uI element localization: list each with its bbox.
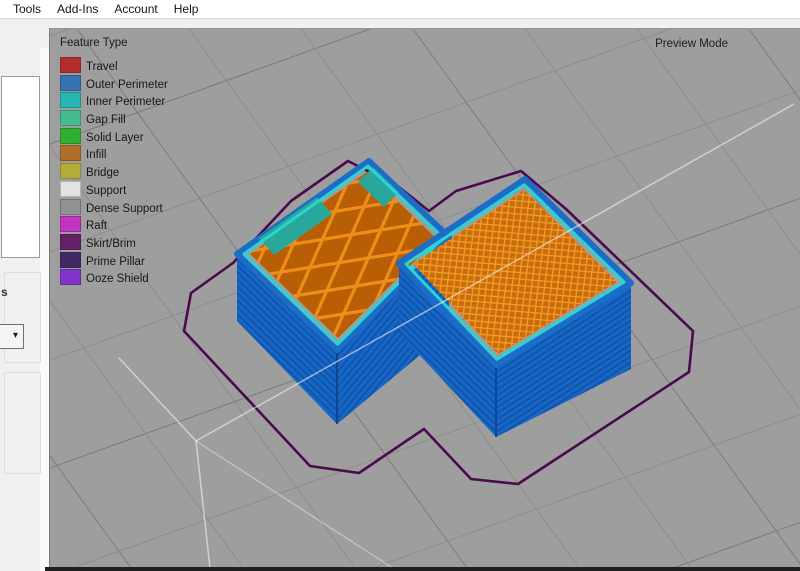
legend-item-dense-support: Dense Support — [60, 199, 168, 215]
panel-divider — [40, 48, 49, 571]
legend-item-solid-layer: Solid Layer — [60, 128, 168, 144]
legend-item-label: Ooze Shield — [86, 271, 149, 287]
menu-item-help[interactable]: Help — [166, 0, 207, 18]
legend-swatch — [60, 181, 81, 197]
legend-swatch — [60, 110, 81, 126]
chevron-down-icon: ▾ — [13, 330, 18, 342]
preview-3d-viewport[interactable]: Feature Type Preview Mode Travel Outer Pe… — [49, 28, 800, 571]
menu-bar: ToolsAdd-InsAccountHelp — [0, 0, 800, 19]
legend-item-travel: Travel — [60, 57, 168, 73]
legend-item-bridge: Bridge — [60, 163, 168, 179]
legend-swatch — [60, 145, 81, 161]
legend-item-prime-pillar: Prime Pillar — [60, 252, 168, 268]
legend-swatch — [60, 128, 81, 144]
legend-item-label: Bridge — [86, 165, 119, 181]
legend-swatch — [60, 163, 81, 179]
legend-swatch — [60, 216, 81, 232]
legend-item-label: Travel — [86, 59, 118, 75]
legend-item-label: Prime Pillar — [86, 254, 145, 270]
legend-item-gap-fill: Gap Fill — [60, 110, 168, 126]
process-list-box[interactable] — [1, 76, 40, 258]
legend-item-raft: Raft — [60, 216, 168, 232]
legend-item-label: Raft — [86, 218, 107, 234]
legend-swatch — [60, 234, 81, 250]
legend-swatch — [60, 75, 81, 91]
menu-item-tools[interactable]: Tools — [5, 0, 49, 18]
menu-item-add-ins[interactable]: Add-Ins — [49, 0, 106, 18]
legend-item-inner-perimeter: Inner Perimeter — [60, 92, 168, 108]
legend-item-label: Support — [86, 183, 126, 199]
legend-swatch — [60, 269, 81, 285]
legend-item-label: Gap Fill — [86, 112, 126, 128]
legend-item-outer-perimeter: Outer Perimeter — [60, 75, 168, 91]
menu-item-account[interactable]: Account — [106, 0, 165, 18]
viewport-bottom-bar — [45, 567, 800, 571]
legend-swatch — [60, 57, 81, 73]
legend-item-label: Solid Layer — [86, 130, 144, 146]
preview-mode-label: Preview Mode — [655, 38, 728, 50]
coloring-dropdown[interactable]: ▾ — [0, 324, 24, 349]
layer-range-group-box — [4, 372, 41, 474]
legend-item-label: Infill — [86, 147, 106, 163]
legend-item-skirt-brim: Skirt/Brim — [60, 234, 168, 250]
legend-item-support: Support — [60, 181, 168, 197]
legend-swatch — [60, 199, 81, 215]
legend-item-label: Inner Perimeter — [86, 94, 165, 110]
feature-type-legend: Travel Outer PerimeterInner Perimeter Gap … — [60, 57, 168, 287]
legend-swatch — [60, 252, 81, 268]
legend-swatch — [60, 92, 81, 108]
panel-label-fragment: s — [1, 285, 8, 299]
legend-item-label: Dense Support — [86, 201, 163, 217]
legend-title: Feature Type — [60, 37, 128, 49]
legend-item-infill: Infill — [60, 145, 168, 161]
legend-item-ooze-shield: Ooze Shield — [60, 269, 168, 285]
settings-side-panel: s ▾ — [0, 20, 49, 571]
legend-item-label: Outer Perimeter — [86, 77, 168, 93]
legend-item-label: Skirt/Brim — [86, 236, 136, 252]
options-group-box — [4, 272, 41, 363]
